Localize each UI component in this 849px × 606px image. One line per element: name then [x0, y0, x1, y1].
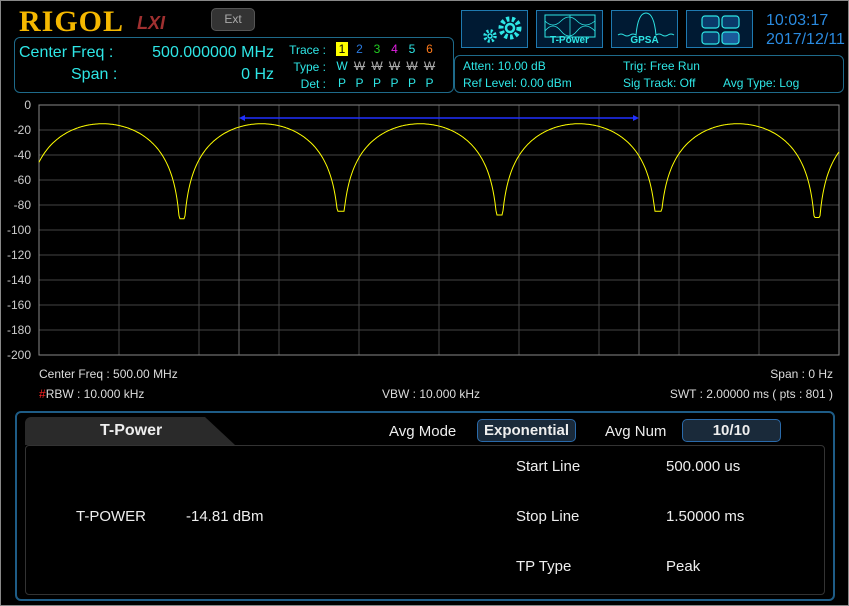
trace-2-type: W — [353, 59, 366, 73]
y-tick-label: 0 — [24, 98, 31, 112]
trace-1-det: P — [337, 76, 346, 90]
trace-1-type: W — [336, 59, 348, 73]
tp-type-value[interactable]: Peak — [666, 558, 700, 575]
rigol-logo: RIGOL — [19, 5, 125, 38]
trace-2-det: P — [355, 76, 364, 90]
trace-3-select[interactable]: 3 — [371, 42, 383, 56]
trace-6-det: P — [425, 76, 434, 90]
tp-type-label: TP Type — [516, 558, 572, 575]
trace-5-select[interactable]: 5 — [406, 42, 418, 56]
y-tick-label: -80 — [13, 198, 31, 212]
status-vbw: VBW : 10.000 kHz — [382, 387, 481, 401]
trace-5-type: W — [406, 59, 418, 73]
y-tick-label: -140 — [6, 273, 31, 287]
spectrum-plot[interactable] — [1, 96, 849, 366]
status-center-freq: Center Freq : 500.00 MHz — [39, 367, 178, 381]
start-line-label: Start Line — [516, 458, 581, 475]
clock-date: 2017/12/11 — [766, 31, 845, 48]
trace-6-type: W — [423, 59, 436, 73]
t-power-label: T-Power — [550, 35, 589, 46]
y-tick-label: -100 — [6, 223, 31, 237]
y-tick-label: -20 — [13, 123, 31, 137]
trace-4-select[interactable]: 4 — [389, 42, 401, 56]
trace-3-det: P — [372, 76, 381, 90]
rbw-manual-mark: # — [39, 387, 46, 401]
y-tick-label: -40 — [13, 148, 31, 162]
avg-num-label: Avg Num — [605, 423, 667, 440]
results-area: T-POWER -14.81 dBm Start Line 500.000 us… — [25, 445, 825, 595]
trace-4-det: P — [390, 76, 399, 90]
system-settings-button[interactable] — [461, 10, 528, 48]
y-tick-label: -60 — [13, 173, 31, 187]
status-swt: SWT : 2.00000 ms ( pts : 801 ) — [669, 387, 833, 401]
trace-1-select[interactable]: 1 — [336, 42, 348, 56]
center-freq-value[interactable]: 500.000000 MHz — [146, 44, 274, 62]
y-tick-label: -200 — [6, 348, 31, 362]
trace-5-det: P — [407, 76, 416, 90]
status-span: Span : 0 Hz — [770, 367, 833, 381]
tab-t-power[interactable]: T-Power — [25, 417, 235, 445]
y-tick-label: -160 — [6, 298, 31, 312]
y-tick-label: -180 — [6, 323, 31, 337]
det-label: Det : — [300, 77, 326, 91]
type-label: Type : — [293, 60, 326, 74]
t-power-result-value: -14.81 dBm — [186, 508, 264, 525]
clock-time: 10:03:17 — [766, 12, 829, 29]
lxi-logo: LXI — [137, 13, 166, 33]
sig-track[interactable]: Sig Track: Off — [623, 76, 695, 90]
gpsa-button[interactable]: GPSA — [611, 10, 678, 48]
avg-mode-select[interactable]: Exponential — [477, 419, 576, 442]
t-power-result-label: T-POWER — [76, 508, 146, 525]
trig[interactable]: Trig: Free Run — [623, 59, 700, 73]
t-power-button[interactable]: T-Power — [536, 10, 603, 48]
span-label: Span : — [71, 66, 118, 83]
trace-label: Trace : — [289, 43, 326, 57]
trace-3-type: W — [371, 59, 383, 73]
avg-type[interactable]: Avg Type: Log — [723, 76, 799, 90]
span-value[interactable]: 0 Hz — [146, 66, 274, 84]
stop-line-label: Stop Line — [516, 508, 580, 525]
start-line-value[interactable]: 500.000 us — [666, 458, 740, 475]
avg-num-field[interactable]: 10/10 — [682, 419, 781, 442]
stop-line-value[interactable]: 1.50000 ms — [666, 508, 744, 525]
trace-6-select[interactable]: 6 — [424, 42, 436, 56]
window-layout-icon — [701, 15, 740, 45]
center-freq-label: Center Freq : — [19, 44, 114, 61]
window-layout-button[interactable] — [686, 10, 753, 48]
atten[interactable]: Atten: 10.00 dB — [463, 59, 546, 73]
status-rbw: RBW : 10.000 kHz — [45, 387, 145, 401]
measurement-panel: T-Power Avg Mode Exponential Avg Num 10/… — [15, 411, 835, 601]
gpsa-label: GPSA — [630, 35, 659, 46]
trace-2-select[interactable]: 2 — [354, 42, 366, 56]
y-tick-label: -120 — [6, 248, 31, 262]
ref-level[interactable]: Ref Level: 0.00 dBm — [463, 76, 572, 90]
gear-icon — [483, 16, 522, 43]
avg-mode-label: Avg Mode — [389, 423, 457, 440]
ext-button[interactable]: Ext — [211, 8, 255, 31]
trace-4-type: W — [388, 59, 401, 73]
